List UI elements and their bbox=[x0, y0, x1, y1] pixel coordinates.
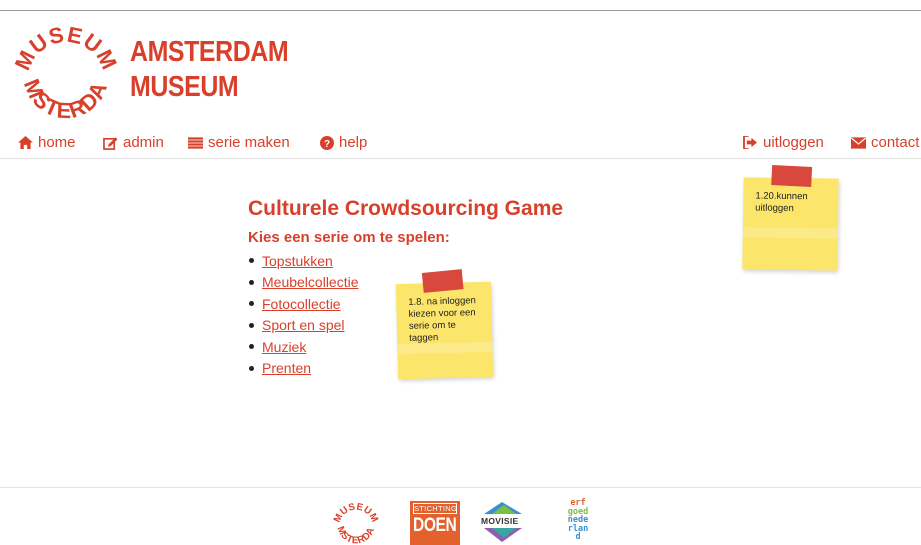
page-title: Culturele Crowdsourcing Game bbox=[248, 197, 564, 220]
series-link-topstukken[interactable]: Topstukken bbox=[262, 253, 333, 269]
nav-help-link[interactable]: ? help bbox=[320, 134, 367, 151]
bullet bbox=[249, 322, 254, 328]
nav-home-link[interactable]: home bbox=[18, 134, 76, 151]
bullet bbox=[249, 301, 254, 307]
top-rule bbox=[0, 10, 921, 11]
series-link-fotocollectie[interactable]: Fotocollectie bbox=[262, 296, 341, 312]
nav-serie-maken-link[interactable]: serie maken bbox=[188, 134, 290, 151]
logo-word-museum: MUSEUM bbox=[130, 71, 239, 103]
page-subtitle: Kies een serie om te spelen: bbox=[248, 229, 450, 246]
tape bbox=[421, 269, 464, 293]
doen-big-label: DOEN bbox=[413, 515, 457, 536]
erfgoed-nederland-logo[interactable]: erf goed nede rlan d bbox=[558, 499, 598, 542]
list-item: Topstukken bbox=[248, 250, 359, 272]
envelope-icon bbox=[851, 136, 866, 149]
list-icon bbox=[188, 136, 203, 149]
svg-text:?: ? bbox=[324, 139, 330, 150]
list-item: Fotocollectie bbox=[248, 293, 359, 315]
doen-top-label: STICHTING bbox=[413, 503, 458, 514]
logo-word-amsterdam: AMSTERDAM bbox=[130, 36, 289, 68]
sticky-note-series: 1.8. na inloggen kiezen voor een serie o… bbox=[395, 269, 494, 380]
nav-serie-maken-label: serie maken bbox=[208, 134, 290, 151]
note-sheen bbox=[742, 227, 838, 239]
help-icon: ? bbox=[320, 135, 334, 150]
series-link-muziek[interactable]: Muziek bbox=[262, 339, 306, 355]
footer-rule bbox=[0, 487, 921, 488]
stichting-doen-logo[interactable]: STICHTING DOEN bbox=[410, 501, 460, 545]
series-list: Topstukken Meubelcollectie Fotocollectie… bbox=[248, 250, 359, 379]
svg-text:MUSEUM: MUSEUM bbox=[14, 22, 118, 75]
nav-admin-label: admin bbox=[123, 134, 164, 151]
movisie-label: MOVISIE bbox=[481, 516, 519, 526]
movisie-logo[interactable]: MOVISIE bbox=[478, 500, 528, 545]
nav-uitloggen-label: uitloggen bbox=[763, 134, 824, 151]
sticky-note-logout: 1.20.kunnen uitloggen bbox=[742, 165, 839, 271]
series-link-sport-en-spel[interactable]: Sport en spel bbox=[262, 317, 345, 333]
sticky-note-text: 1.8. na inloggen kiezen voor een serie o… bbox=[408, 295, 476, 344]
tape bbox=[771, 165, 813, 187]
edit-icon bbox=[103, 136, 118, 150]
bullet bbox=[249, 258, 254, 264]
bullet bbox=[249, 279, 254, 285]
museum-seal-logo[interactable]: MUSEUM AMSTERDAM bbox=[14, 20, 118, 124]
svg-text:MUSEUM: MUSEUM bbox=[333, 502, 379, 525]
nav-contact-link[interactable]: contact bbox=[851, 134, 919, 151]
nav-home-label: home bbox=[38, 134, 76, 151]
bullet bbox=[249, 344, 254, 350]
nav-help-label: help bbox=[339, 134, 368, 151]
erfgoed-line: d bbox=[575, 532, 581, 542]
nav-admin-link[interactable]: admin bbox=[103, 134, 164, 151]
list-item: Meubelcollectie bbox=[248, 272, 359, 294]
home-icon bbox=[18, 136, 33, 149]
series-link-meubelcollectie[interactable]: Meubelcollectie bbox=[262, 274, 359, 290]
nav-contact-label: contact bbox=[871, 134, 920, 151]
list-item: Sport en spel bbox=[248, 315, 359, 337]
top-navigation: home admin serie maken ? help uitloggen bbox=[0, 131, 921, 159]
list-item: Prenten bbox=[248, 358, 359, 380]
bullet bbox=[249, 365, 254, 371]
footer-museum-seal-logo[interactable]: MUSEUM AMSTERDAM bbox=[333, 500, 379, 545]
sticky-note-text: 1.20.kunnen uitloggen bbox=[755, 190, 808, 215]
list-item: Muziek bbox=[248, 336, 359, 358]
logout-icon bbox=[743, 136, 757, 149]
nav-uitloggen-link[interactable]: uitloggen bbox=[743, 134, 824, 151]
series-link-prenten[interactable]: Prenten bbox=[262, 360, 311, 376]
